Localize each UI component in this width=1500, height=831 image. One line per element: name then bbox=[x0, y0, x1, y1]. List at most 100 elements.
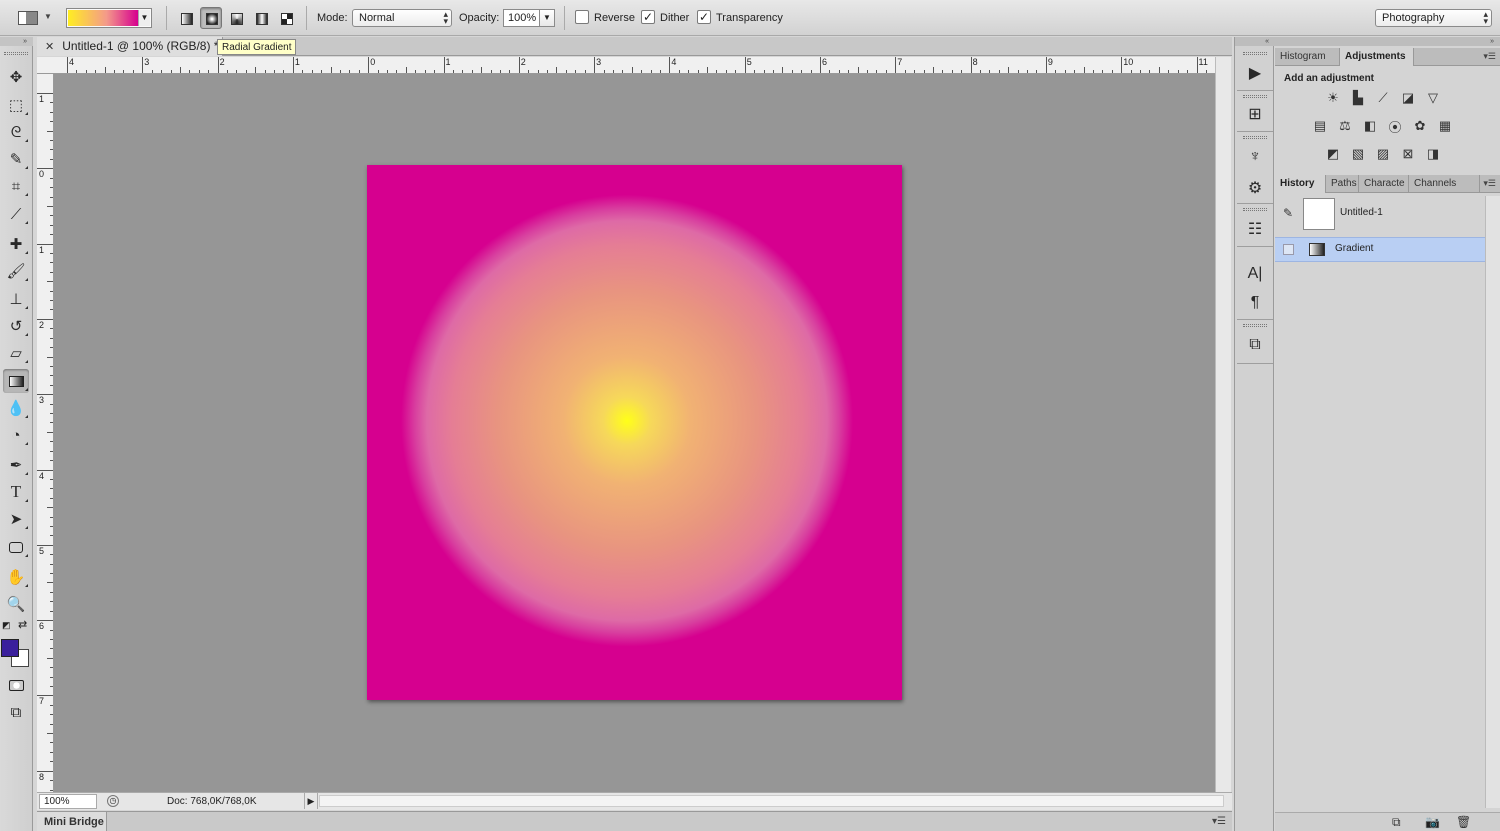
panel-grip[interactable] bbox=[1243, 136, 1267, 139]
exposure-icon[interactable]: ◪ bbox=[1399, 89, 1417, 107]
tab-adjustments[interactable]: Adjustments bbox=[1340, 48, 1414, 66]
tab-paths[interactable]: Paths bbox=[1326, 175, 1359, 193]
mode-select[interactable]: Normal ▴▾ bbox=[352, 9, 452, 27]
dither-checkbox[interactable]: ✓ bbox=[641, 10, 655, 24]
history-brush-tool[interactable]: ↺ bbox=[3, 314, 29, 338]
status-info-icon[interactable]: ◷ bbox=[107, 795, 119, 807]
info-panel-button[interactable]: ⊞ bbox=[1243, 102, 1267, 126]
eraser-tool[interactable]: ▱ bbox=[3, 341, 29, 365]
character-panel-button[interactable]: A| bbox=[1243, 262, 1267, 286]
camera-icon[interactable]: 📷 bbox=[1425, 815, 1440, 829]
history-brush-source-icon[interactable]: ✎ bbox=[1283, 206, 1293, 220]
clone-stamp-tool[interactable]: ⊥ bbox=[3, 287, 29, 311]
tab-history[interactable]: History bbox=[1275, 175, 1326, 193]
reverse-checkbox[interactable] bbox=[575, 10, 589, 24]
brush-presets-button[interactable]: ♆ bbox=[1243, 145, 1267, 169]
tab-channels[interactable]: Channels bbox=[1409, 175, 1480, 193]
path-selection-tool[interactable]: ➤ bbox=[3, 507, 29, 531]
panel-grip[interactable] bbox=[1243, 208, 1267, 211]
close-icon[interactable]: ✕ bbox=[45, 41, 54, 53]
quick-mask-button[interactable] bbox=[3, 673, 29, 697]
hue-saturation-icon[interactable]: ▤ bbox=[1311, 117, 1329, 135]
posterize-icon[interactable]: ▧ bbox=[1349, 145, 1367, 163]
lasso-tool[interactable]: ᘓ bbox=[3, 120, 29, 144]
new-document-from-state-icon[interactable]: ⧉ bbox=[1392, 815, 1401, 830]
radial-gradient-button[interactable] bbox=[200, 7, 222, 29]
healing-brush-tool[interactable]: ✚ bbox=[3, 232, 29, 256]
tab-histogram[interactable]: Histogram bbox=[1275, 48, 1340, 66]
panel-grip[interactable] bbox=[1243, 52, 1267, 55]
tab-character[interactable]: Characte bbox=[1359, 175, 1409, 193]
blur-tool[interactable]: 💧 bbox=[3, 396, 29, 420]
linear-gradient-button[interactable] bbox=[175, 7, 197, 29]
gradient-map-icon[interactable]: ◨ bbox=[1424, 145, 1442, 163]
eyedropper-tool[interactable]: ⟋ bbox=[3, 202, 29, 226]
opacity-dropdown-icon[interactable]: ▼ bbox=[539, 9, 555, 27]
expand-arrows-icon[interactable]: » bbox=[1275, 37, 1500, 46]
gradient-tool[interactable] bbox=[3, 369, 29, 393]
pen-tool[interactable]: ✒ bbox=[3, 453, 29, 477]
mini-bridge-tab[interactable]: Mini Bridge bbox=[37, 812, 107, 831]
angle-gradient-button[interactable] bbox=[225, 7, 247, 29]
horizontal-scrollbar[interactable] bbox=[319, 795, 1224, 807]
clone-source-button[interactable]: ⧉ bbox=[1243, 333, 1267, 357]
actions-panel-button[interactable]: ▶ bbox=[1243, 61, 1267, 85]
curves-icon[interactable]: ⟋ bbox=[1374, 89, 1392, 107]
vertical-scrollbar[interactable] bbox=[1215, 57, 1231, 792]
screen-mode-button[interactable]: ⧉ bbox=[3, 700, 29, 724]
transparency-checkbox[interactable]: ✓ bbox=[697, 10, 711, 24]
marquee-tool[interactable]: ⬚ bbox=[3, 93, 29, 117]
photo-filter-icon[interactable]: ⦿ bbox=[1386, 117, 1404, 135]
foreground-color-swatch[interactable] bbox=[1, 639, 19, 657]
panel-menu-icon[interactable]: ▾☰ bbox=[1212, 816, 1226, 827]
workspace-switcher[interactable]: Photography ▴▾ bbox=[1375, 9, 1492, 27]
panel-menu-icon[interactable]: ▾☰ bbox=[1483, 51, 1496, 62]
panel-grip[interactable] bbox=[1243, 324, 1267, 327]
document-canvas[interactable] bbox=[367, 165, 902, 700]
threshold-icon[interactable]: ▨ bbox=[1374, 145, 1392, 163]
levels-icon[interactable]: ▙ bbox=[1349, 89, 1367, 107]
history-source-checkbox[interactable] bbox=[1283, 244, 1294, 255]
vibrance-icon[interactable]: ▽ bbox=[1424, 89, 1442, 107]
status-menu-arrow-icon[interactable]: ▶ bbox=[304, 793, 318, 809]
shape-tool[interactable] bbox=[3, 535, 29, 559]
panel-menu-icon[interactable]: ▾☰ bbox=[1483, 178, 1496, 189]
color-lookup-icon[interactable]: ▦ bbox=[1436, 117, 1454, 135]
crop-tool[interactable]: ⌗ bbox=[3, 174, 29, 198]
hand-tool[interactable]: ✋ bbox=[3, 565, 29, 589]
move-tool[interactable]: ✥ bbox=[3, 65, 29, 89]
brush-tool[interactable]: 🖌 bbox=[3, 259, 29, 283]
dodge-tool[interactable]: ◔ bbox=[3, 423, 29, 447]
collapse-arrows-icon[interactable]: » bbox=[0, 37, 33, 46]
layer-comps-button[interactable]: ☷ bbox=[1243, 217, 1267, 241]
zoom-tool[interactable]: 🔍 bbox=[3, 592, 29, 616]
history-state[interactable]: Gradient bbox=[1275, 237, 1485, 262]
invert-icon[interactable]: ◩ bbox=[1324, 145, 1342, 163]
panel-grip[interactable] bbox=[1243, 95, 1267, 98]
selective-color-icon[interactable]: ⊠ bbox=[1399, 145, 1417, 163]
brightness-contrast-icon[interactable]: ☀ bbox=[1324, 89, 1342, 107]
paragraph-panel-button[interactable]: ¶ bbox=[1243, 291, 1267, 315]
gradient-picker[interactable]: ▼ bbox=[66, 8, 152, 28]
tool-presets-button[interactable]: ⚙ bbox=[1243, 176, 1267, 200]
trash-icon[interactable]: 🗑 bbox=[1456, 815, 1471, 829]
diamond-gradient-button[interactable] bbox=[275, 7, 297, 29]
history-scrollbar[interactable] bbox=[1485, 196, 1500, 808]
collapse-arrows-icon[interactable]: « bbox=[1235, 37, 1275, 46]
opacity-input[interactable]: 100% bbox=[503, 9, 540, 27]
black-white-icon[interactable]: ◧ bbox=[1361, 117, 1379, 135]
zoom-input[interactable]: 100% bbox=[39, 794, 97, 809]
chevron-down-icon[interactable]: ▼ bbox=[138, 10, 150, 26]
reflected-gradient-button[interactable] bbox=[250, 7, 272, 29]
type-tool[interactable]: T bbox=[3, 480, 29, 504]
channel-mixer-icon[interactable]: ✿ bbox=[1411, 117, 1429, 135]
canvas-area[interactable] bbox=[54, 74, 1215, 792]
tool-preset-picker[interactable]: ▼ bbox=[10, 8, 54, 28]
color-balance-icon[interactable]: ⚖ bbox=[1336, 117, 1354, 135]
quick-selection-tool[interactable]: ✎ bbox=[3, 147, 29, 171]
default-colors-icon[interactable]: ◩ bbox=[2, 620, 11, 631]
document-tab[interactable]: ✕Untitled-1 @ 100% (RGB/8) * bbox=[37, 37, 223, 56]
swap-colors-icon[interactable]: ⇄ bbox=[18, 618, 27, 631]
history-snapshot[interactable]: ✎ Untitled-1 bbox=[1275, 196, 1485, 232]
panel-grip[interactable] bbox=[4, 52, 28, 55]
